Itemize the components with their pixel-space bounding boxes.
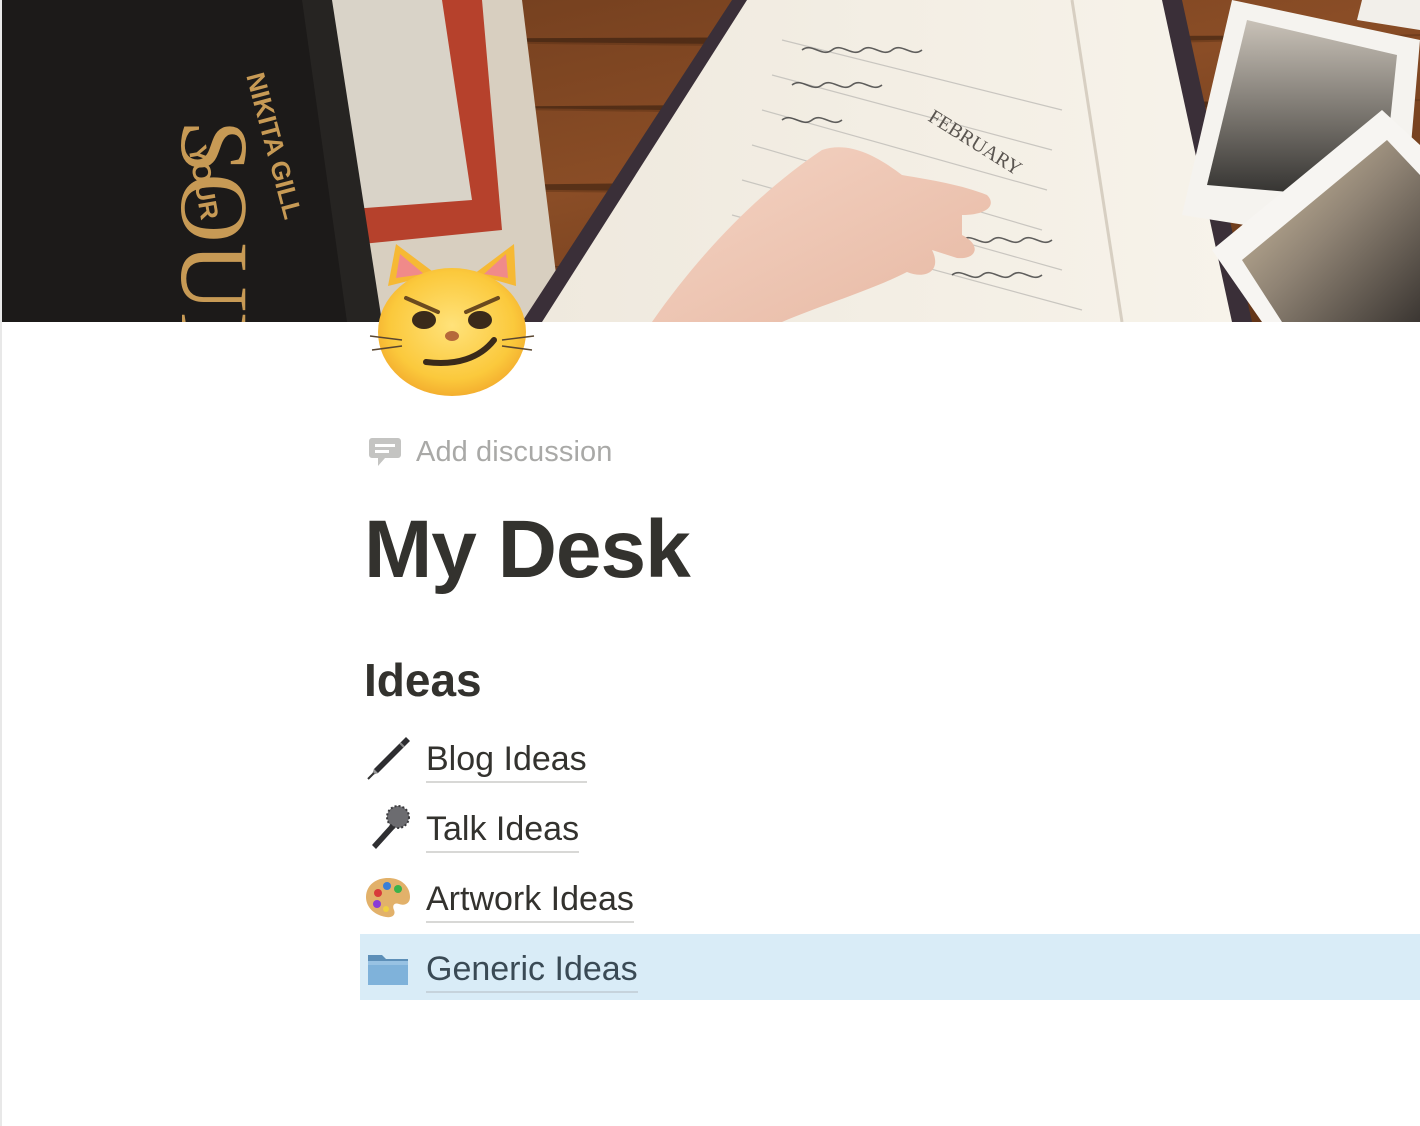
palette-icon [364, 873, 412, 921]
notion-page: SOUL NIKITA GILL YOUR FEBRUARY Add discu… [0, 0, 1420, 1126]
page-link-label[interactable]: Blog Ideas [426, 738, 587, 783]
idea-page-list: Blog Ideas Talk Ideas Artwork Ideas Gene… [360, 724, 1420, 1004]
add-discussion-button[interactable]: Add discussion [368, 432, 612, 472]
add-discussion-label: Add discussion [416, 435, 613, 468]
cover-illustration: SOUL NIKITA GILL YOUR FEBRUARY [2, 0, 1420, 322]
smirking-cat-icon[interactable] [366, 240, 542, 402]
cover-image[interactable]: SOUL NIKITA GILL YOUR FEBRUARY [2, 0, 1420, 322]
comment-icon [368, 435, 402, 469]
page-link-artwork-ideas[interactable]: Artwork Ideas [360, 864, 1420, 930]
page-link-blog-ideas[interactable]: Blog Ideas [360, 724, 1420, 790]
book-title-text: SOUL [161, 120, 268, 322]
section-heading-ideas[interactable]: Ideas [364, 650, 482, 710]
microphone-icon [364, 803, 412, 851]
page-link-generic-ideas[interactable]: Generic Ideas [360, 934, 1420, 1000]
page-link-label[interactable]: Talk Ideas [426, 808, 580, 853]
page-link-label[interactable]: Artwork Ideas [426, 878, 634, 923]
page-link-talk-ideas[interactable]: Talk Ideas [360, 794, 1420, 860]
page-link-label[interactable]: Generic Ideas [426, 948, 638, 993]
page-title[interactable]: My Desk [364, 500, 691, 600]
pen-icon [364, 733, 412, 781]
folder-icon [364, 943, 412, 991]
